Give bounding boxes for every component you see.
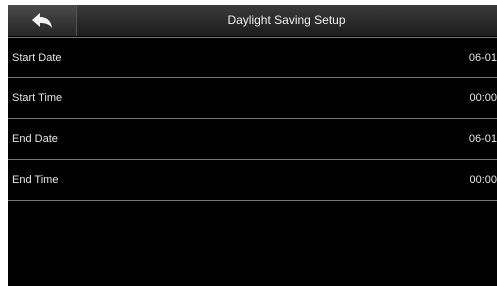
setting-value: 06-01 [468, 133, 497, 145]
setting-row-start-date[interactable]: Start Date 06-01 [8, 37, 497, 78]
setting-label: Start Date [12, 52, 62, 64]
back-arrow-icon [32, 12, 52, 28]
setting-value: 00:00 [469, 174, 497, 186]
setting-value: 00:00 [469, 92, 497, 104]
setting-row-end-time[interactable]: End Time 00:00 [8, 160, 497, 201]
title-bar: Daylight Saving Setup [8, 5, 497, 36]
page-title: Daylight Saving Setup [227, 13, 346, 27]
setting-value: 06-01 [468, 52, 497, 64]
setting-label: End Time [12, 174, 59, 186]
device-screen: Daylight Saving Setup Start Date 06-01 S… [8, 5, 497, 286]
setting-row-start-time[interactable]: Start Time 00:00 [8, 78, 497, 119]
setting-label: End Date [12, 133, 58, 145]
setting-label: Start Time [12, 92, 63, 104]
setting-row-end-date[interactable]: End Date 06-01 [8, 119, 497, 160]
back-button[interactable] [8, 5, 77, 36]
